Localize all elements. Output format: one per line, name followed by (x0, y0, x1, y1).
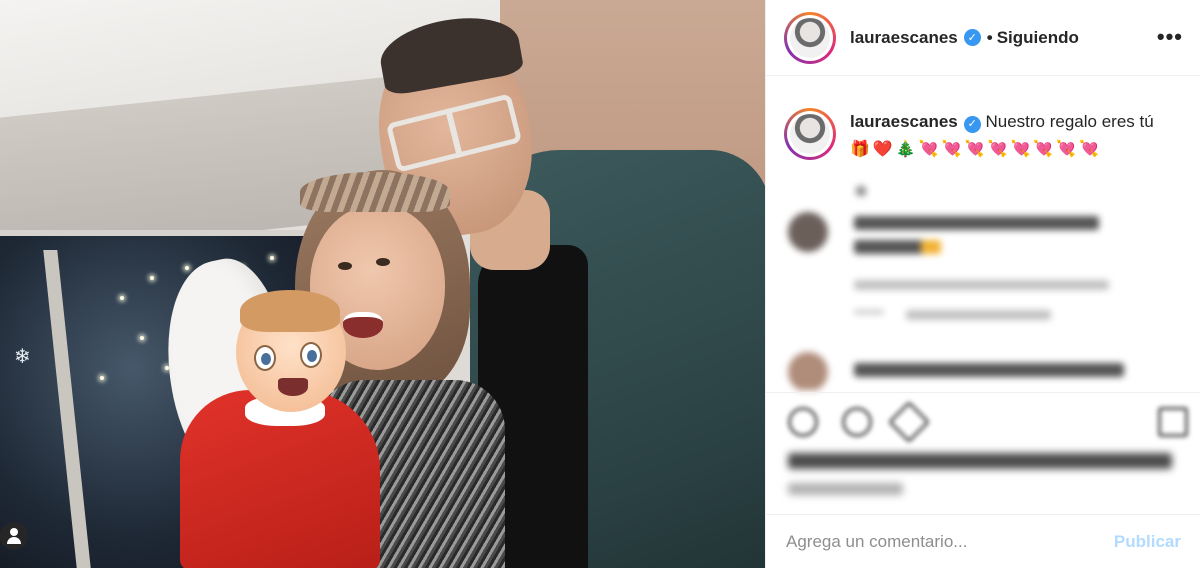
post-comment-button[interactable]: Publicar (1114, 532, 1181, 552)
blurred-text (854, 310, 884, 314)
header-username[interactable]: lauraescanes (850, 28, 958, 48)
header-separator: • (986, 27, 993, 47)
blurred-text (854, 216, 1099, 230)
like-icon[interactable] (788, 407, 818, 437)
post-header: lauraescanes ✓ • Siguiendo ••• (766, 0, 1200, 76)
caption-emojis: 🎁❤️🎄💘💘💘💘💘💘💘💘 (850, 141, 1103, 158)
string-light (120, 296, 124, 300)
bookmark-icon[interactable] (1158, 407, 1188, 437)
baby-emoji-eye (300, 342, 322, 368)
more-options-icon[interactable]: ••• (1157, 26, 1183, 48)
string-light (140, 336, 144, 340)
post-side-panel: lauraescanes ✓ • Siguiendo ••• lauraesca… (765, 0, 1200, 568)
share-icon[interactable] (887, 400, 931, 444)
woman-eye (338, 262, 352, 270)
post-date-blurred (788, 483, 903, 495)
add-comment-bar: Publicar (766, 514, 1200, 568)
snowflake-icon: ❄ (14, 346, 31, 368)
caption-body: Nuestro regalo eres tú (985, 112, 1154, 131)
blurred-text (921, 240, 941, 254)
comment-avatar (788, 212, 828, 252)
baby-emoji-eye (254, 345, 276, 371)
baby-emoji-hair (240, 290, 340, 332)
likes-count-blurred[interactable] (788, 453, 1172, 469)
string-light (270, 256, 274, 260)
verified-badge-icon: ✓ (963, 116, 981, 133)
woman-mouth (343, 312, 383, 338)
comment-avatar (788, 352, 828, 390)
avatar-image (790, 17, 830, 58)
follow-status-button[interactable]: Siguiendo (997, 28, 1079, 48)
avatar[interactable] (784, 11, 836, 64)
caption-text: lauraescanes ✓ Nuestro regalo eres tú 🎁❤️… (850, 108, 1154, 163)
blurred-text (906, 310, 1051, 320)
post-caption: lauraescanes ✓ Nuestro regalo eres tú 🎁❤️… (784, 108, 1194, 163)
woman-eye (376, 258, 390, 266)
comment-icon[interactable] (842, 407, 872, 437)
avatar-image (790, 114, 830, 154)
post-photo[interactable]: ❄ (0, 0, 765, 568)
caption-username[interactable]: lauraescanes (850, 112, 958, 131)
verified-badge-icon: ✓ (963, 29, 981, 46)
headband (300, 172, 450, 212)
string-light (150, 276, 154, 280)
comment-input[interactable] (786, 531, 1086, 552)
comments-list (766, 180, 1200, 390)
string-light (100, 376, 104, 380)
user-tag-icon[interactable] (0, 522, 28, 550)
blurred-text (854, 363, 1124, 377)
post-actions (766, 392, 1200, 512)
blurred-text (856, 186, 866, 196)
string-light (185, 266, 189, 270)
blurred-text (854, 280, 1109, 290)
baby-emoji-mouth (278, 378, 308, 396)
caption-avatar[interactable] (784, 108, 836, 160)
